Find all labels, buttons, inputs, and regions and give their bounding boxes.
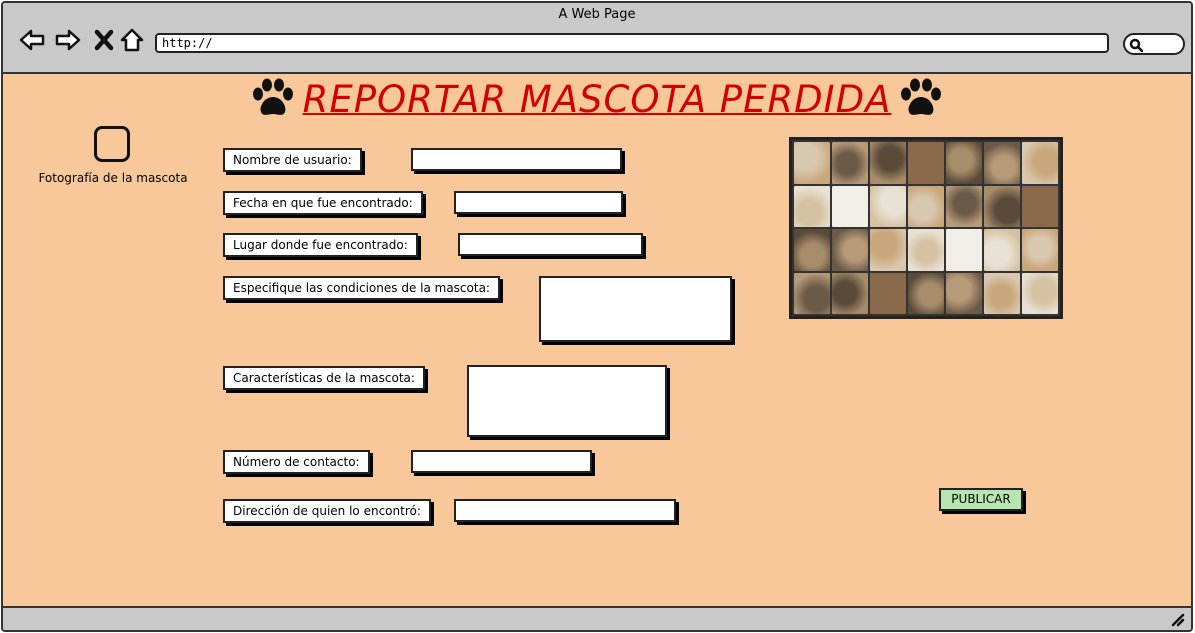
gallery-photo-tile <box>908 185 944 227</box>
conditions-textarea[interactable] <box>539 276 732 342</box>
close-icon[interactable] <box>89 25 119 55</box>
resize-handle-icon[interactable] <box>1169 611 1185 627</box>
browser-chrome: A Web Page http:// <box>3 3 1191 74</box>
photo-label: Fotografía de la mascota <box>38 171 188 185</box>
page-header: REPORTAR MASCOTA PERDIDA <box>3 75 1191 123</box>
status-bar <box>3 606 1191 630</box>
gallery-photo-tile <box>794 272 830 314</box>
gallery-photo-tile <box>946 185 982 227</box>
gallery-photo-tile <box>870 229 906 271</box>
home-icon[interactable] <box>117 25 147 55</box>
gallery-photo-tile <box>794 142 830 184</box>
back-icon[interactable] <box>17 25 47 55</box>
gallery-photo-tile <box>984 185 1020 227</box>
label-place-found: Lugar donde fue encontrado: <box>223 233 418 257</box>
gallery-photo-tile <box>984 142 1020 184</box>
photo-checkbox[interactable] <box>94 126 130 162</box>
gallery-photo-tile <box>908 142 944 184</box>
gallery-photo-tile <box>946 142 982 184</box>
search-field[interactable] <box>1123 33 1185 55</box>
gallery-photo-tile <box>870 272 906 314</box>
gallery-photo-tile <box>794 229 830 271</box>
gallery-photo-tile <box>870 185 906 227</box>
characteristics-textarea[interactable] <box>467 365 667 437</box>
paw-icon <box>252 78 293 115</box>
forward-icon[interactable] <box>53 25 83 55</box>
label-finder-address: Dirección de quien lo encontró: <box>223 499 431 523</box>
gallery-photo-tile <box>946 272 982 314</box>
contact-number-input[interactable] <box>411 450 592 473</box>
date-found-input[interactable] <box>454 191 623 214</box>
gallery-photo-tile <box>832 185 868 227</box>
gallery-photo-tile <box>984 229 1020 271</box>
gallery-photo-tile <box>1022 142 1058 184</box>
label-username: Nombre de usuario: <box>223 148 362 172</box>
gallery-photo-tile <box>832 142 868 184</box>
search-icon <box>1129 38 1143 52</box>
gallery-photo-tile <box>794 185 830 227</box>
label-characteristics: Características de la mascota: <box>223 366 425 390</box>
publish-button[interactable]: PUBLICAR <box>939 488 1023 511</box>
username-input[interactable] <box>411 148 622 171</box>
label-contact-number: Número de contacto: <box>223 450 370 474</box>
gallery-photo-tile <box>1022 229 1058 271</box>
gallery-photo-tile <box>832 272 868 314</box>
gallery-photo-tile <box>1022 185 1058 227</box>
browser-window: A Web Page http:// REPORTAR MASCOTA PERD… <box>1 1 1193 632</box>
gallery-photo-tile <box>984 272 1020 314</box>
paw-icon <box>901 78 942 115</box>
finder-address-input[interactable] <box>454 499 676 522</box>
page-title: REPORTAR MASCOTA PERDIDA <box>302 77 892 121</box>
window-title: A Web Page <box>558 7 636 22</box>
gallery-photo-tile <box>832 229 868 271</box>
url-input[interactable]: http:// <box>155 33 1109 53</box>
label-date-found: Fecha en que fue encontrado: <box>223 191 423 215</box>
gallery-photo-tile <box>908 272 944 314</box>
gallery-photo-tile <box>908 229 944 271</box>
gallery-photo-tile <box>1022 272 1058 314</box>
gallery-photo-tile <box>946 229 982 271</box>
place-found-input[interactable] <box>458 233 643 256</box>
gallery-photo-tile <box>870 142 906 184</box>
label-conditions: Especifique las condiciones de la mascot… <box>223 276 500 300</box>
pet-photo-gallery <box>789 137 1063 319</box>
